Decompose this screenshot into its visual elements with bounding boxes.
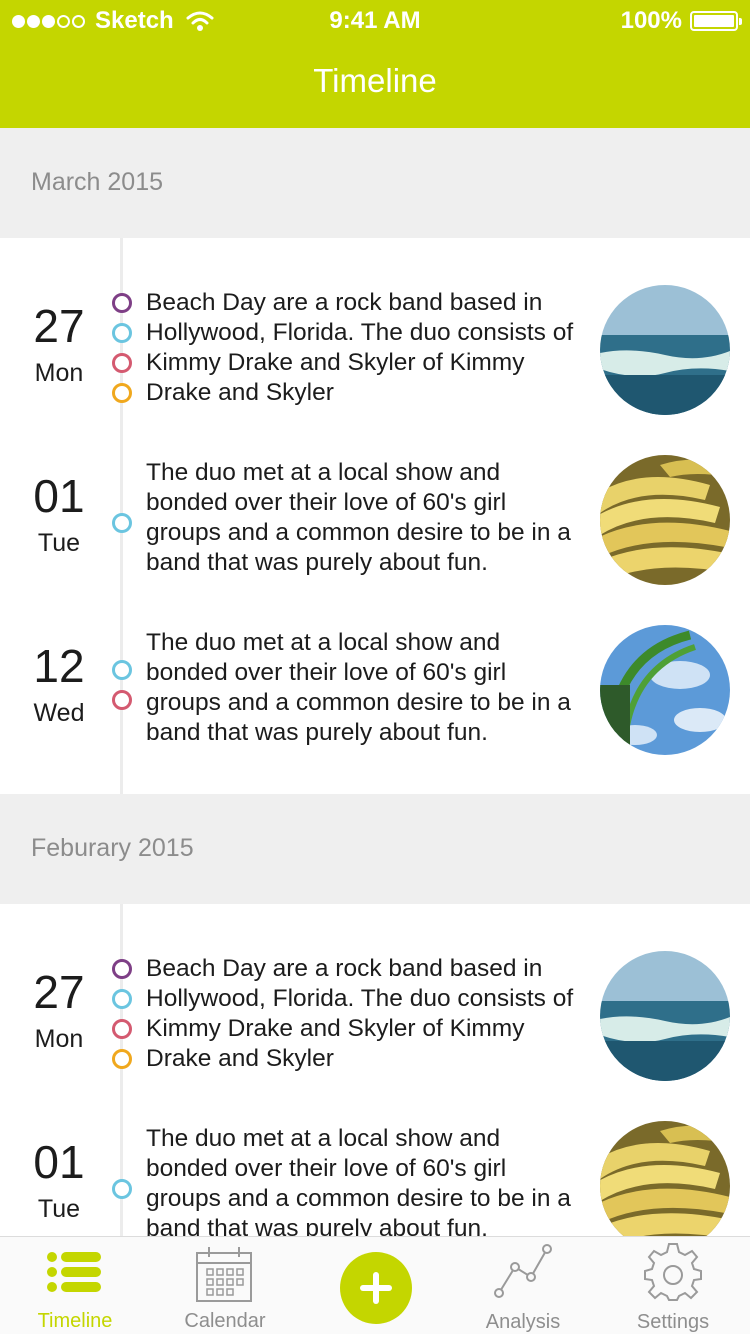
list-icon — [47, 1252, 101, 1292]
tag-purple-icon — [112, 959, 132, 979]
tag-orange-icon — [112, 1049, 132, 1069]
tag-blue-icon — [112, 323, 132, 343]
entry-day: 01 — [33, 1136, 85, 1188]
tab-settings[interactable]: Settings — [598, 1237, 748, 1334]
entry-weekday: Tue — [37, 1195, 81, 1223]
entry-text: The duo met at a local show and bonded o… — [146, 459, 571, 576]
calendar-icon — [196, 1247, 252, 1302]
entry-weekday: Mon — [34, 359, 84, 387]
tag-red-icon — [112, 690, 132, 710]
timeline-entry[interactable]: 12 Wed The duo met at a local show and b… — [0, 625, 750, 755]
rollercoaster-photo[interactable] — [600, 625, 730, 755]
tab-label: Settings — [636, 1311, 710, 1333]
tab-timeline[interactable]: Timeline — [0, 1237, 150, 1334]
tag-blue-icon — [112, 660, 132, 680]
page-title: Timeline — [313, 62, 437, 99]
timeline-entry[interactable]: 27 Mon Beach Day are a rock band based i… — [0, 285, 750, 415]
entry-day: 01 — [33, 470, 85, 522]
timeline-entry[interactable]: 27 Mon Beach Day are a rock band based i… — [0, 951, 750, 1081]
tag-red-icon — [112, 1019, 132, 1039]
gear-icon — [644, 1243, 702, 1301]
entry-day: 27 — [33, 300, 85, 352]
battery-percent: 100% — [620, 7, 682, 34]
tab-label: Analysis — [485, 1311, 561, 1333]
ocean-photo[interactable] — [600, 285, 730, 415]
timeline-entry[interactable]: 01 Tue The duo met at a local show and b… — [0, 455, 750, 585]
tag-blue-icon — [112, 989, 132, 1009]
entry-text: Beach Day are a rock band based in Holly… — [146, 955, 574, 1072]
tab-bar: Timeline Calendar Analysis Settings — [0, 1236, 750, 1334]
battery-icon — [690, 11, 742, 31]
entry-text: Beach Day are a rock band based in Holly… — [146, 289, 574, 406]
bananas-photo[interactable] — [600, 1121, 730, 1251]
line-chart-icon — [494, 1244, 552, 1298]
tab-calendar[interactable]: Calendar — [150, 1237, 300, 1334]
tag-blue-icon — [112, 1179, 132, 1199]
tab-analysis[interactable]: Analysis — [448, 1237, 598, 1334]
tag-orange-icon — [112, 383, 132, 403]
month-label: Feburary 2015 — [31, 834, 194, 862]
entry-day: 27 — [33, 966, 85, 1018]
tag-red-icon — [112, 353, 132, 373]
tag-purple-icon — [112, 293, 132, 313]
entry-weekday: Wed — [33, 699, 85, 727]
bananas-photo[interactable] — [600, 455, 730, 585]
entry-day: 12 — [33, 640, 85, 692]
entry-weekday: Mon — [34, 1025, 84, 1053]
entry-text: The duo met at a local show and bonded o… — [146, 1125, 571, 1242]
month-header: March 2015 — [0, 128, 750, 238]
entry-weekday: Tue — [37, 529, 81, 557]
nav-header: Sketch 9:41 AM 100% Timeline — [0, 0, 750, 128]
tag-blue-icon — [112, 513, 132, 533]
plus-icon[interactable] — [340, 1252, 412, 1324]
status-bar: Sketch 9:41 AM 100% — [0, 0, 750, 40]
ocean-photo[interactable] — [600, 951, 730, 1081]
timeline-entry[interactable]: 01 Tue The duo met at a local show and b… — [0, 1121, 750, 1251]
entry-text: The duo met at a local show and bonded o… — [146, 629, 571, 746]
tab-label: Calendar — [184, 1310, 266, 1332]
month-label: March 2015 — [31, 168, 164, 196]
month-header: Feburary 2015 — [0, 794, 750, 904]
tab-label: Timeline — [37, 1310, 113, 1332]
